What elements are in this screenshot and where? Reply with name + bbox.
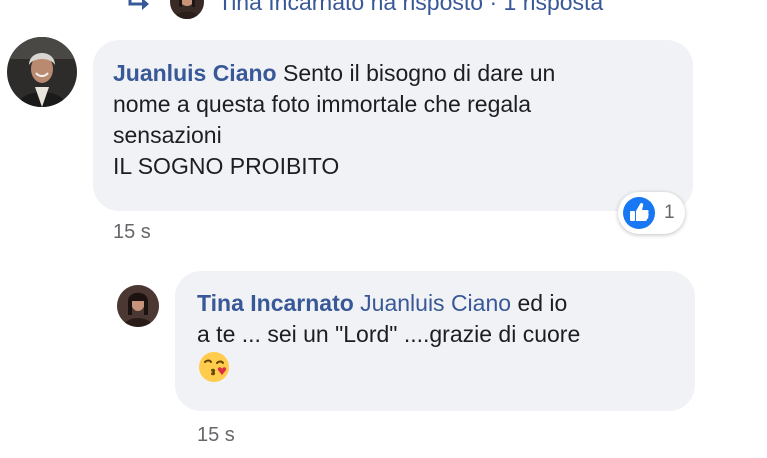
face-blowing-a-kiss-icon [199, 352, 229, 382]
like-icon [623, 197, 655, 229]
avatar[interactable] [170, 0, 204, 19]
avatar[interactable] [7, 37, 77, 107]
comment-text-line-2: nome a questa foto immortale che regala [113, 91, 532, 117]
reply-author-link[interactable]: Tina Incarnato [197, 290, 354, 316]
reply-text-line-1: ed io [517, 290, 568, 316]
comment-author-link[interactable]: Juanluis Ciano [113, 60, 277, 86]
reply-timestamp[interactable]: 15 s [197, 424, 235, 447]
reply-text-line-2: a te ... sei un "Lord" ....grazie di cuo… [197, 321, 581, 347]
comment-thread: Tina Incarnato ha risposto · 1 risposta … [0, 0, 767, 458]
reply-arrow-icon [128, 0, 149, 10]
replies-summary-text[interactable]: Tina Incarnato ha risposto · 1 risposta [218, 0, 603, 16]
comment-text-line-4: IL SOGNO PROIBITO [113, 153, 340, 179]
reply-mention-link[interactable]: Juanluis Ciano [360, 290, 511, 316]
comment-bubble: Juanluis Ciano Sento il bisogno di dare … [93, 40, 693, 211]
comment-text-line-1: Sento il bisogno di dare un [282, 60, 556, 86]
comment-timestamp[interactable]: 15 s [113, 221, 151, 244]
comment-text-line-3: sensazioni [113, 122, 222, 148]
reaction-count: 1 [664, 202, 675, 223]
avatar[interactable] [117, 285, 159, 327]
reply-bubble: Tina Incarnato Juanluis Ciano ed io a te… [175, 271, 695, 411]
reaction-badge[interactable]: 1 [618, 192, 685, 234]
replies-summary-row[interactable]: Tina Incarnato ha risposto · 1 risposta [128, 0, 603, 19]
